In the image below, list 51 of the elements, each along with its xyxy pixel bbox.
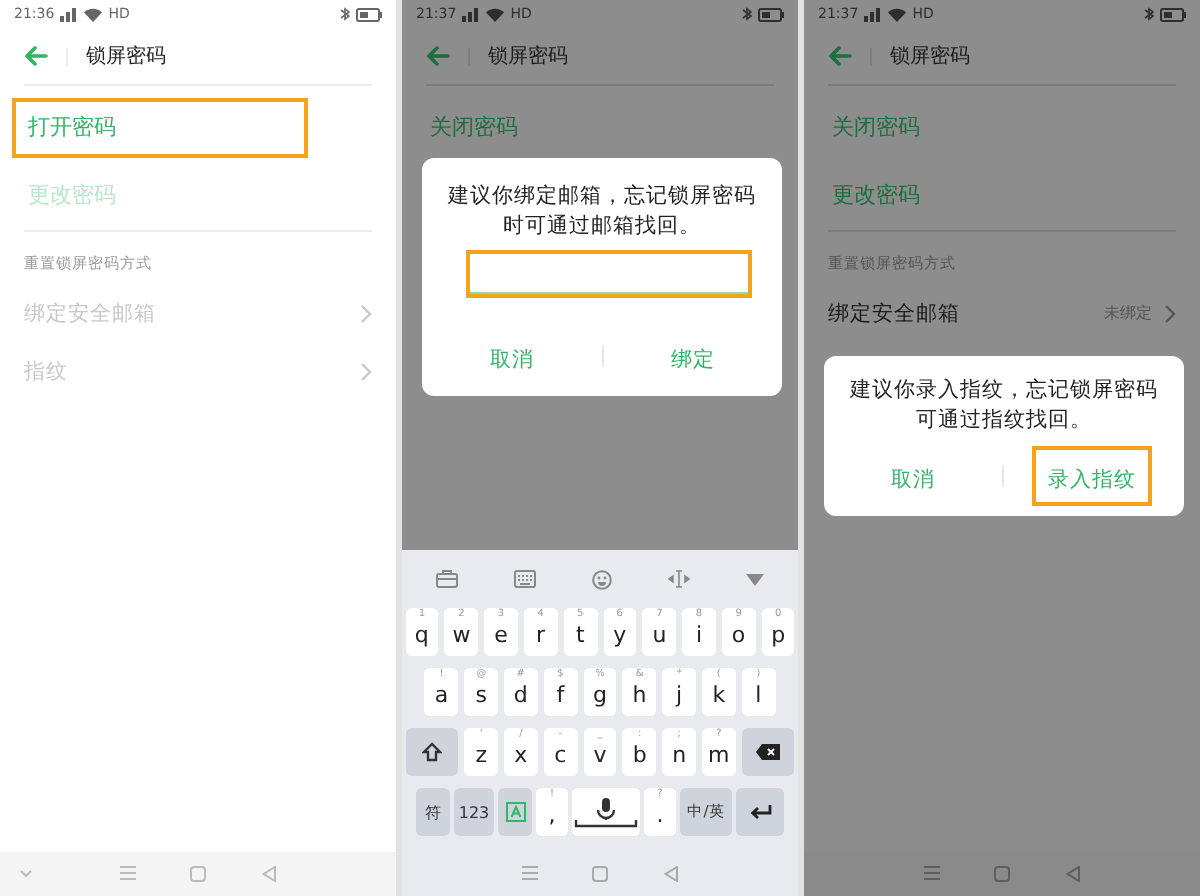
wifi-icon <box>486 7 505 21</box>
cursor-move-icon[interactable] <box>668 570 690 588</box>
smiley-icon[interactable] <box>592 569 612 589</box>
letter-a-icon <box>505 802 525 822</box>
menu-icon[interactable] <box>119 866 136 880</box>
page-title: 锁屏密码 <box>488 43 568 70</box>
signal-icon <box>462 7 481 21</box>
dialog-message: 建议你绑定邮箱，忘记锁屏密码时可通过邮箱找回。 <box>446 182 758 242</box>
square-icon[interactable] <box>190 866 207 882</box>
back-arrow-icon[interactable] <box>24 46 48 66</box>
back-icon[interactable] <box>262 866 277 882</box>
enter-arrow-icon <box>749 804 771 820</box>
up-arrow-icon <box>422 742 443 762</box>
chevron-right-icon <box>1164 303 1176 323</box>
back-icon[interactable] <box>664 866 679 882</box>
back-arrow-icon[interactable] <box>828 46 852 66</box>
backspace-icon <box>755 744 780 760</box>
page-title: 锁屏密码 <box>86 43 166 70</box>
bluetooth-icon <box>742 6 752 22</box>
dropdown-triangle-icon[interactable] <box>746 573 764 585</box>
square-icon[interactable] <box>592 866 609 882</box>
keyboard-key[interactable]: 123 <box>454 788 494 836</box>
battery-icon <box>356 7 382 21</box>
keyboard-key[interactable]: 符 <box>416 788 450 836</box>
keyboard-icon[interactable] <box>514 570 536 588</box>
dialog-message: 建议你录入指纹，忘记锁屏密码可通过指纹找回。 <box>848 376 1160 436</box>
shift-key[interactable] <box>406 728 459 776</box>
page-title: 锁屏密码 <box>890 43 970 70</box>
square-icon[interactable] <box>994 866 1011 882</box>
chevron-right-icon <box>360 303 372 323</box>
menu-icon[interactable] <box>923 866 940 880</box>
back-arrow-icon[interactable] <box>426 46 450 66</box>
input-field[interactable] <box>465 250 751 298</box>
delete-key[interactable] <box>741 728 794 776</box>
toolbox-icon[interactable] <box>436 570 458 588</box>
chevron-down-icon[interactable] <box>20 870 32 878</box>
signal-icon <box>864 7 883 21</box>
chevron-right-icon <box>360 361 372 381</box>
menu-icon[interactable] <box>521 866 538 880</box>
bluetooth-icon <box>340 6 350 22</box>
back-icon[interactable] <box>1066 866 1081 882</box>
keyboard-key[interactable] <box>498 788 532 836</box>
wifi-icon <box>888 7 907 21</box>
bluetooth-icon <box>1144 6 1154 22</box>
battery-icon <box>758 7 784 21</box>
space-key[interactable] <box>572 788 640 836</box>
signal-icon <box>60 7 79 21</box>
wifi-icon <box>84 7 103 21</box>
battery-icon <box>1160 7 1186 21</box>
enter-key[interactable] <box>736 788 784 836</box>
settings-row[interactable]: 绑定安全邮箱 未绑定 <box>804 284 1200 342</box>
